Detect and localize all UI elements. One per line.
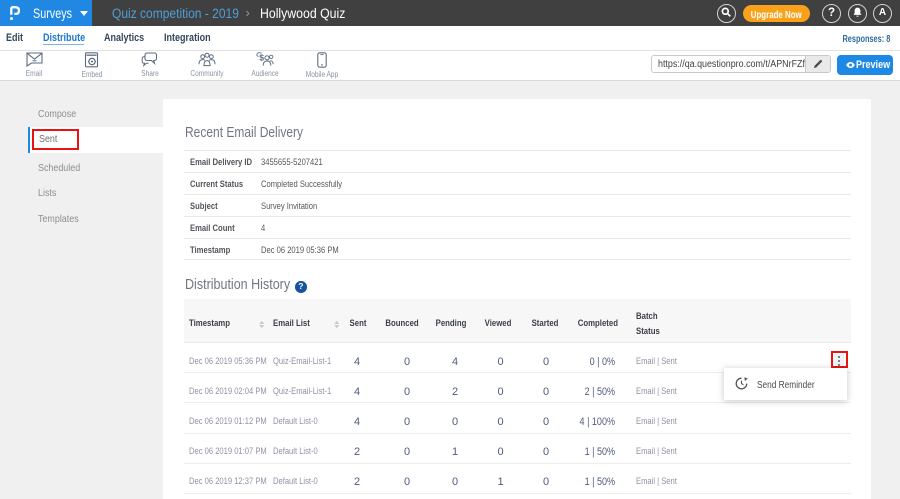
svg-text:$: $ xyxy=(259,53,264,63)
